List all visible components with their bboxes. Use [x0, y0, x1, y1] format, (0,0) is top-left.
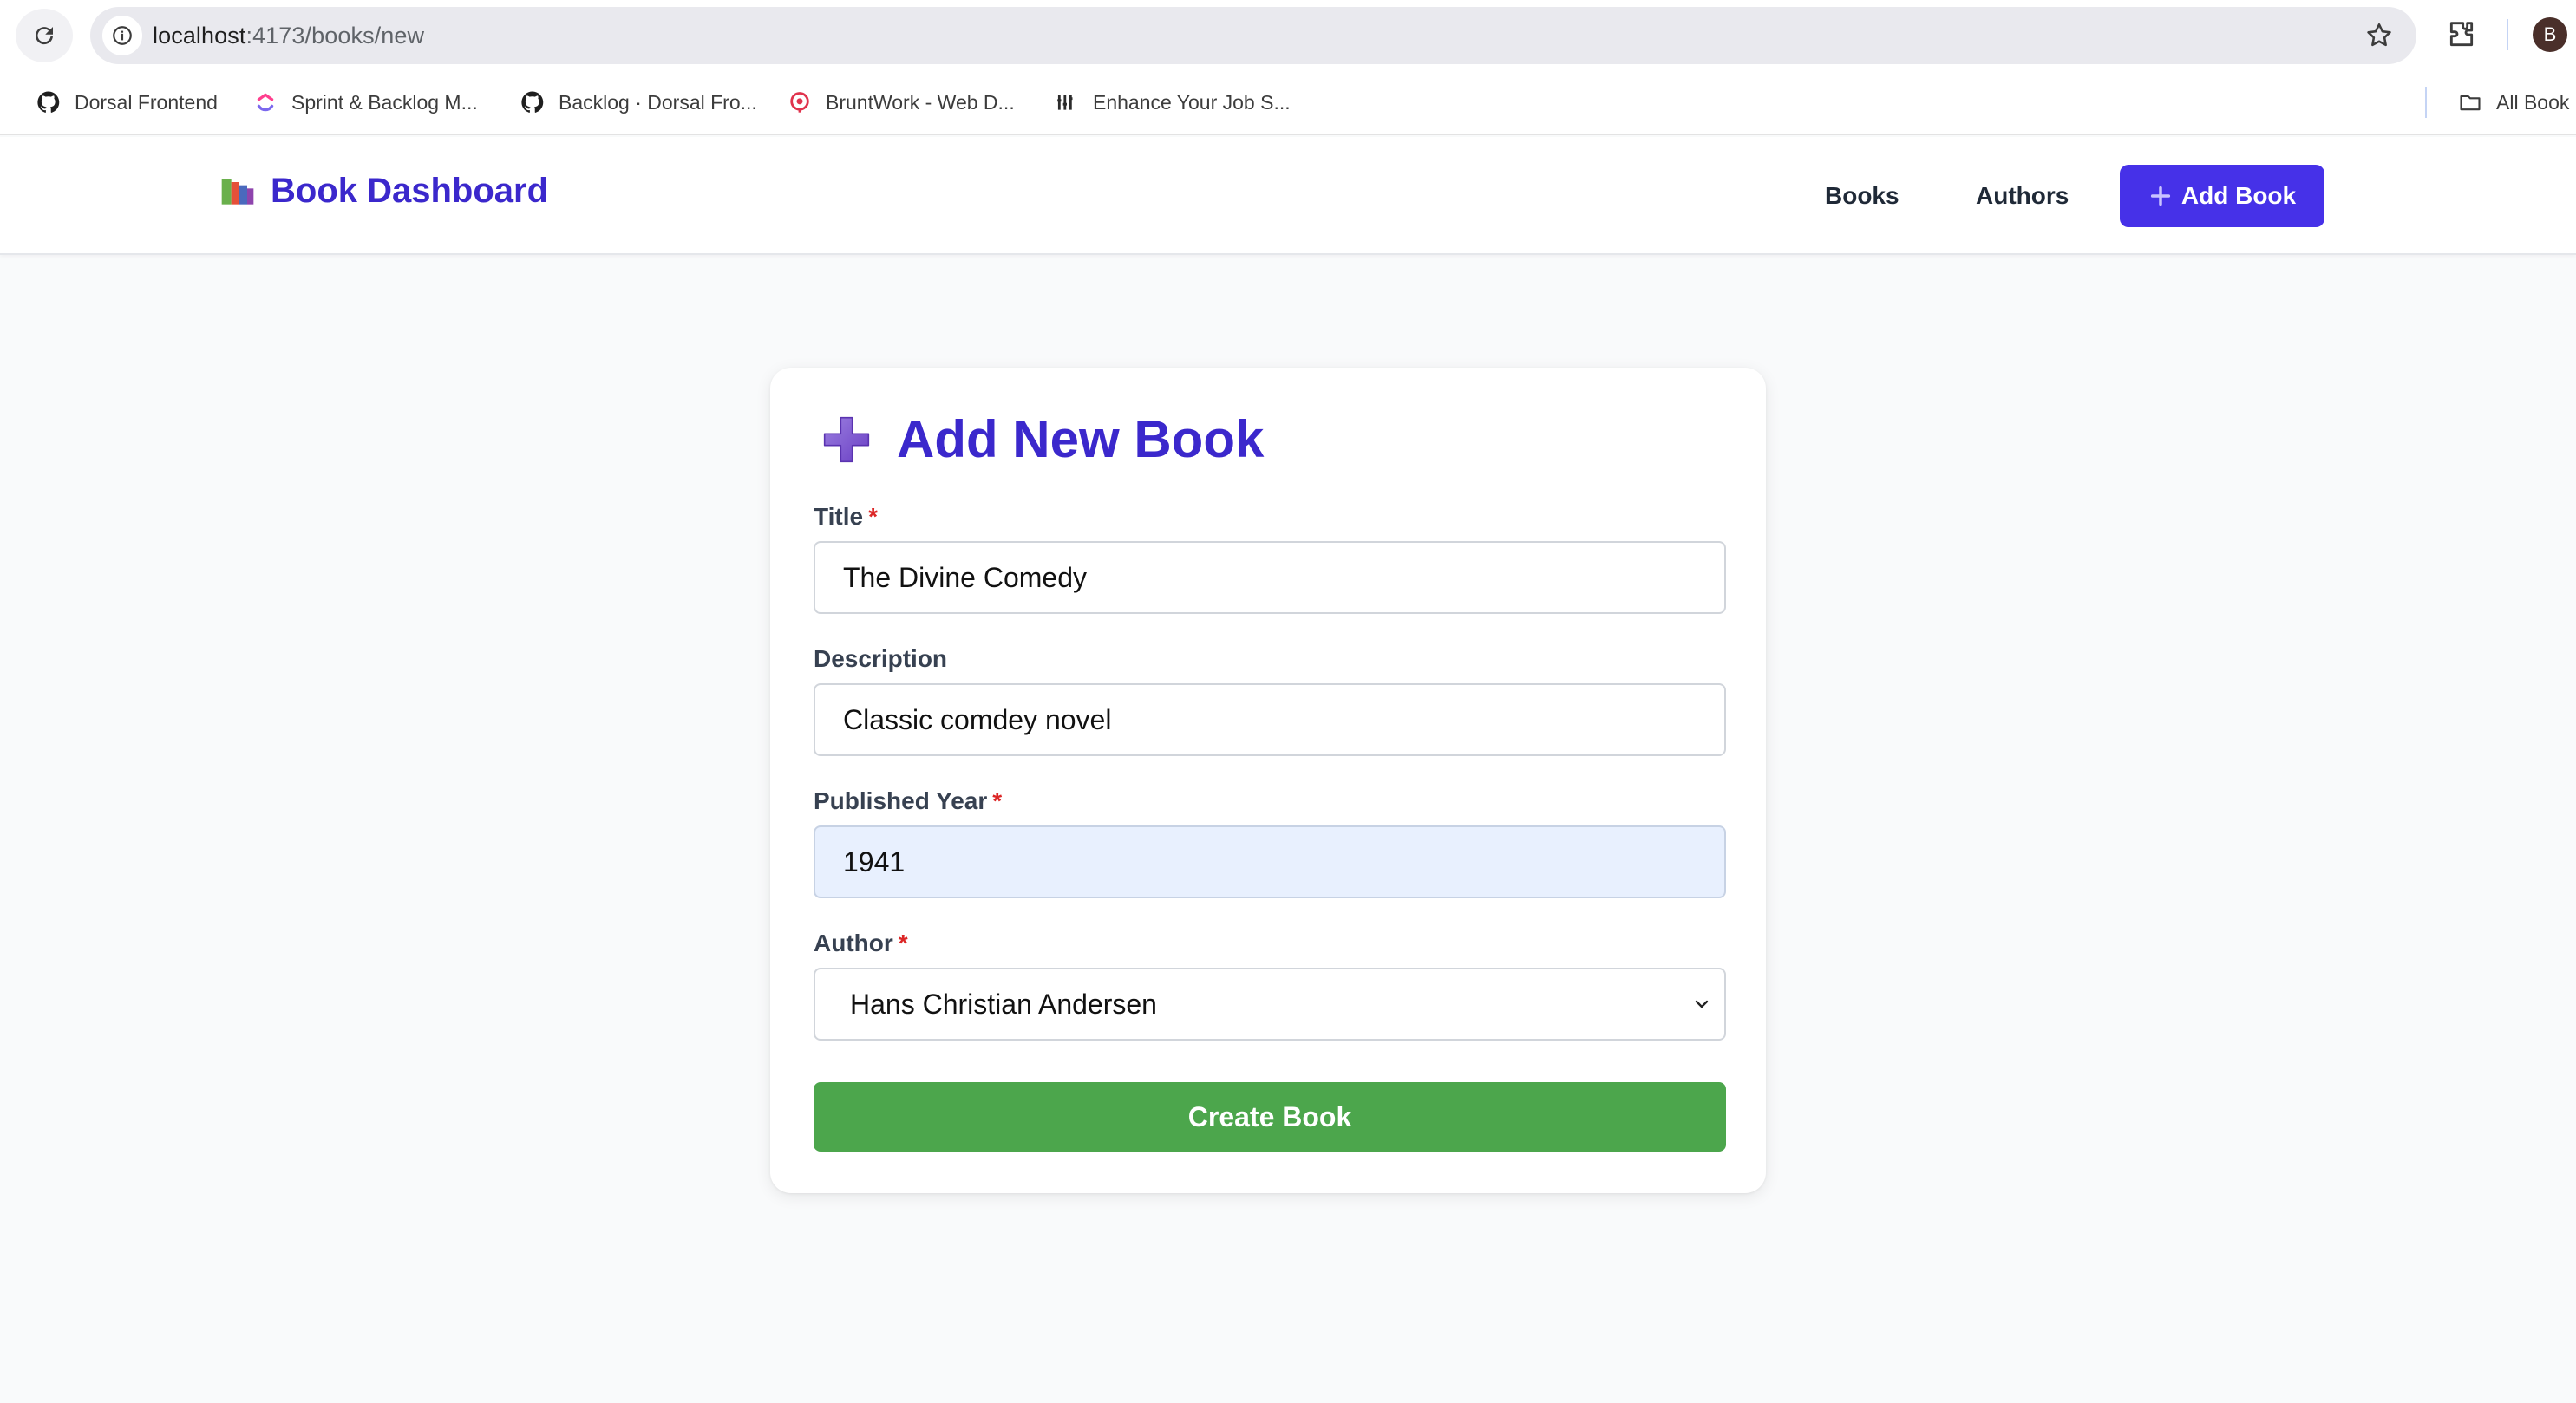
brand-title: Book Dashboard — [271, 172, 549, 210]
profile-avatar[interactable]: B — [2533, 17, 2567, 52]
books-icon — [221, 178, 254, 205]
nav-link-authors[interactable]: Authors — [1976, 182, 2069, 210]
title-input[interactable] — [814, 541, 1726, 614]
bruntwork-icon — [786, 88, 814, 116]
bookmark-item[interactable]: Dorsal Frontend — [35, 87, 218, 118]
reload-icon — [36, 27, 54, 45]
author-select[interactable]: Hans Christian Andersen — [814, 968, 1726, 1041]
address-bar[interactable]: localhost:4173/books/new — [90, 7, 2416, 64]
bookmarks-divider — [2425, 87, 2427, 118]
title-label: Title * — [814, 503, 878, 530]
plus-icon — [2148, 184, 2173, 208]
bookmark-item[interactable]: BruntWork - Web D... — [786, 87, 1015, 118]
author-select-value: Hans Christian Andersen — [850, 989, 1157, 1020]
create-book-button[interactable]: Create Book — [814, 1082, 1726, 1152]
enhance-icon — [1053, 88, 1081, 116]
published-year-label: Published Year * — [814, 787, 1003, 814]
bookmark-item[interactable]: Sprint & Backlog M... — [252, 87, 478, 118]
add-book-form: Add New Book Title* Description Publishe… — [770, 368, 1766, 1193]
reload-button[interactable] — [16, 9, 73, 62]
form-heading: Add New Book — [897, 410, 1265, 468]
plus-icon — [823, 416, 870, 462]
app-navbar: Book Dashboard Books Authors Add Book — [0, 137, 2576, 255]
bookmark-item[interactable]: Enhance Your Job S... — [1053, 87, 1291, 118]
chevron-down-icon — [1695, 1000, 1709, 1008]
clickup-icon — [252, 88, 279, 116]
url-text: localhost:4173/books/new — [153, 23, 425, 49]
bookmark-item[interactable]: Backlog · Dorsal Fro... — [519, 87, 757, 118]
browser-toolbar: localhost:4173/books/new B — [0, 0, 2576, 69]
bookmark-star-icon[interactable] — [2364, 21, 2394, 50]
extensions-icon[interactable] — [2444, 17, 2479, 52]
brand-logo[interactable]: Book Dashboard — [219, 172, 548, 211]
add-book-label: Add Book — [2180, 182, 2297, 209]
published-year-input[interactable] — [814, 825, 1726, 898]
required-marker: * — [868, 503, 878, 530]
all-bookmarks-button[interactable]: All Book — [2456, 87, 2569, 118]
author-label: Author * — [814, 930, 908, 956]
bookmarks-bar: Dorsal Frontend Sprint & Backlog M... Ba… — [0, 69, 2576, 135]
required-marker: * — [898, 930, 908, 956]
description-label: Description — [814, 645, 948, 672]
required-marker: * — [992, 787, 1003, 814]
github-icon — [519, 88, 546, 116]
description-input[interactable] — [814, 683, 1726, 756]
site-info-icon[interactable] — [102, 16, 142, 55]
nav-link-books[interactable]: Books — [1825, 182, 1899, 210]
page-title: Add New Book — [819, 409, 1264, 469]
folder-icon — [2456, 88, 2484, 116]
add-book-button[interactable]: Add Book — [2120, 165, 2324, 227]
github-icon — [35, 88, 62, 116]
toolbar-divider — [2507, 19, 2508, 50]
